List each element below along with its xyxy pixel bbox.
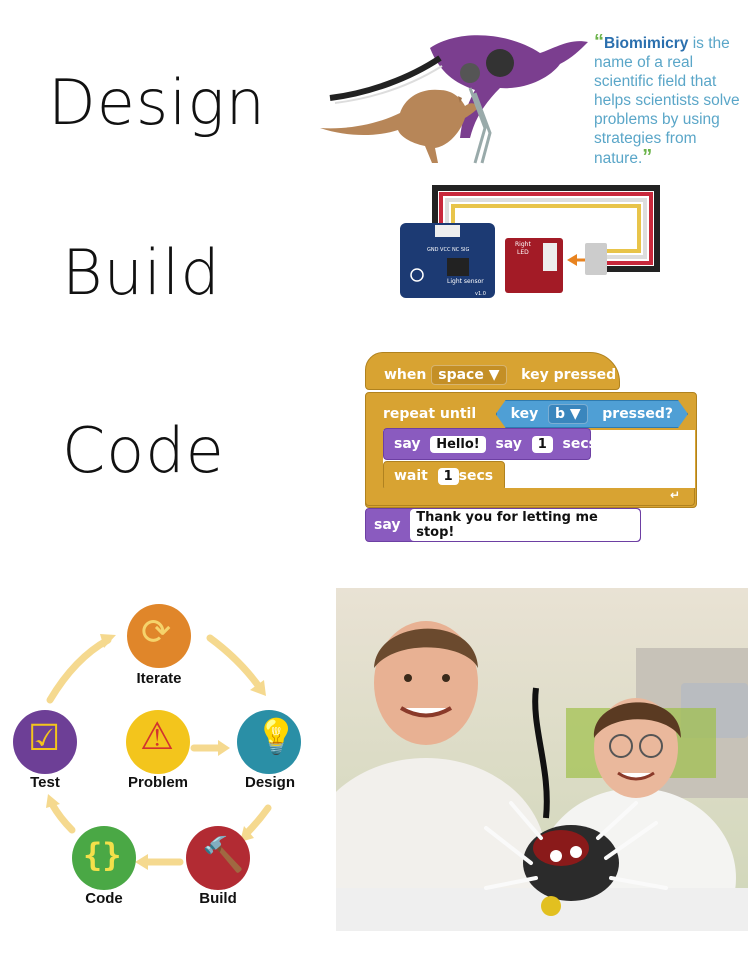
kids-with-robot-photo [336,588,748,931]
close-quote-icon: ” [642,146,653,168]
cycle-arrows-icon: ⟳ [141,611,172,652]
kangaroo-robot-illustration [320,35,588,164]
problem-circle[interactable]: ⚠ [126,710,190,774]
checkbox-icon: ☑ [28,717,61,758]
sensor-pins: GND VCC NC SIG [427,247,470,253]
open-quote-icon: “ [594,31,604,53]
biomimicry-quote: “Biomimicry is the name of a real scient… [594,31,744,168]
code-heading: Code [62,414,225,487]
hello-input[interactable]: Hello! [430,435,486,453]
key-pressed-condition[interactable]: key b ▼ pressed? [496,400,688,428]
sensor-label: Light sensor [447,278,484,285]
test-label: Test [30,774,60,791]
warning-icon: ⚠ [140,716,175,758]
design-heading: Design [48,66,266,139]
dropdown-arrow-icon: ▼ [488,367,500,383]
quote-highlight: Biomimicry [604,35,689,52]
key-dropdown[interactable]: space ▼ [431,365,507,385]
repeat-until-header: repeat until key b ▼ pressed? [383,400,688,428]
build-heading: Build [62,236,221,309]
build-label: Build [199,890,237,907]
led-label-1: Right [515,241,531,248]
circuit-illustration: GND VCC NC SIG Light sensor v1.0 Right L… [400,185,660,298]
iterate-circle[interactable]: ⟳ [127,604,191,668]
repeat-loop-icon: ↵ [365,488,695,506]
lightbulb-icon: 💡 [255,718,298,756]
build-circle[interactable]: 🔨 [186,826,250,890]
problem-label: Problem [127,774,188,791]
wait-block[interactable]: wait 1 secs [383,461,505,491]
say-hello-block[interactable]: say Hello! say 1 secs [383,428,597,460]
hammer-icon: 🔨 [202,836,245,874]
iterate-label: Iterate [136,670,182,687]
code-label: Code [85,890,123,907]
key-pressed-label: key pressed [521,367,617,383]
design-circle[interactable]: 💡 [237,710,301,774]
key-b-dropdown[interactable]: b ▼ [548,404,588,424]
when-label: when [384,367,427,383]
code-circle[interactable]: {} [72,826,136,890]
sensor-version: v1.0 [475,291,486,297]
design-label: Design [244,774,295,791]
thank-you-input[interactable]: Thank you for letting me stop! [410,509,640,541]
when-key-pressed-block[interactable]: when space ▼ key pressed [365,352,620,390]
say-secs-input[interactable]: 1 [531,435,553,453]
led-label-2: LED [517,249,529,256]
wait-secs-input[interactable]: 1 [437,467,459,485]
say-thank-you-block[interactable]: say Thank you for letting me stop! [365,508,641,542]
quote-text: is the name of a real scientific field t… [594,35,740,167]
test-circle[interactable]: ☑ [13,710,77,774]
repeat-left-arm [366,430,383,488]
braces-icon: {} [83,836,122,874]
